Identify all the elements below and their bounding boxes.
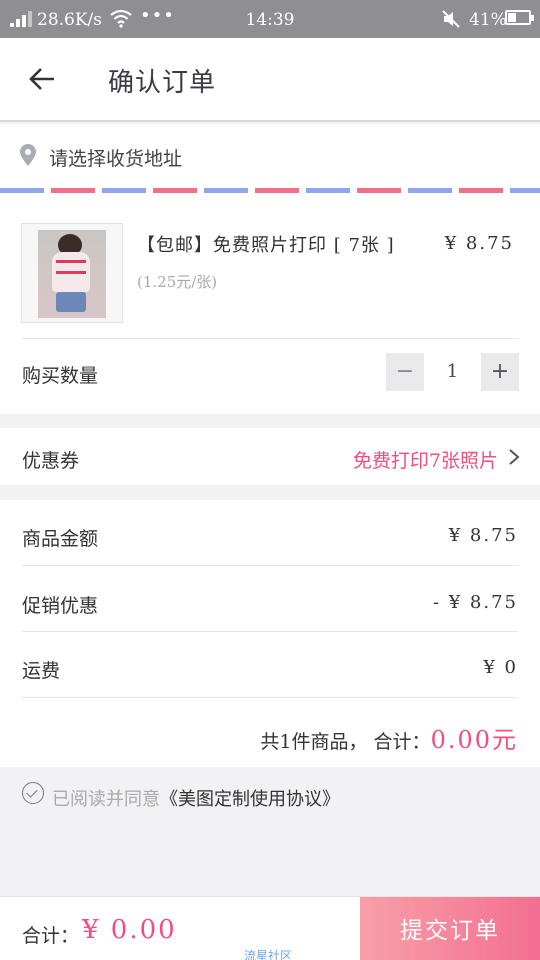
coupon-label: 优惠券: [22, 450, 80, 472]
app-bar: 确认订单: [0, 38, 540, 122]
divider: [22, 631, 518, 632]
quantity-stepper: − 1 +: [386, 353, 519, 391]
discount-value: - ¥ 8.75: [432, 592, 518, 613]
divider: [22, 565, 518, 566]
shipping-label: 运费: [22, 660, 61, 682]
decrease-button[interactable]: −: [386, 353, 424, 391]
subtotal-value: ¥ 8.75: [448, 525, 518, 546]
mute-icon: [442, 10, 460, 28]
address-selector[interactable]: 请选择收货地址: [0, 124, 540, 208]
product-card: 【包邮】免费照片打印 [ 7张 ] ¥ 8.75 (1.25元/张) 购买数量 …: [0, 208, 540, 414]
airmail-border: [0, 188, 540, 193]
quantity-label: 购买数量: [22, 365, 99, 387]
arrow-left-icon[interactable]: [27, 64, 57, 94]
chevron-right-icon: [509, 449, 520, 465]
footer-total-label: 合计：: [22, 925, 80, 947]
price-summary: 商品金额 ¥ 8.75 促销优惠 - ¥ 8.75 运费 ¥ 0 共1件商品， …: [0, 500, 540, 767]
location-pin-icon: [20, 144, 36, 166]
page-title: 确认订单: [108, 68, 217, 98]
subtotal-label: 商品金额: [22, 528, 99, 550]
watermark: 流星社区: [244, 949, 293, 960]
increase-button[interactable]: +: [481, 353, 519, 391]
discount-label: 促销优惠: [22, 595, 99, 617]
unit-price: (1.25元/张): [137, 273, 218, 291]
divider: [22, 338, 518, 339]
address-placeholder: 请选择收货地址: [49, 148, 183, 170]
battery-percent: 41%: [469, 10, 507, 30]
order-total-amount: 0.00元: [430, 726, 518, 754]
agreement-link[interactable]: 《美图定制使用协议》: [160, 789, 340, 810]
product-thumbnail: [21, 223, 123, 323]
product-title: 【包邮】免费照片打印 [ 7张 ]: [137, 235, 395, 256]
bottom-bar: 合计： ¥ 0.00 流星社区 提交订单: [0, 896, 540, 960]
coupon-value: 免费打印7张照片: [352, 450, 498, 472]
agreement-prefix: 已阅读并同意: [52, 789, 160, 810]
coupon-row[interactable]: 优惠券 免费打印7张照片: [0, 428, 540, 485]
quantity-value[interactable]: 1: [424, 361, 481, 382]
agreement-row: 已阅读并同意《美图定制使用协议》: [0, 768, 540, 822]
agreement-text: 已阅读并同意《美图定制使用协议》: [52, 785, 340, 811]
product-price: ¥ 8.75: [444, 233, 514, 254]
battery-icon: [505, 10, 534, 25]
order-total: 共1件商品， 合计：0.00元: [260, 720, 518, 755]
check-circle-icon[interactable]: [22, 782, 44, 804]
order-total-prefix: 共1件商品， 合计：: [260, 731, 431, 753]
footer-total-amount: ¥ 0.00: [82, 915, 177, 945]
divider: [22, 697, 518, 698]
shipping-value: ¥ 0: [483, 657, 518, 678]
submit-order-button[interactable]: 提交订单: [360, 897, 540, 960]
status-bar: 28.6K/s ••• 14:39 41%: [0, 0, 540, 38]
